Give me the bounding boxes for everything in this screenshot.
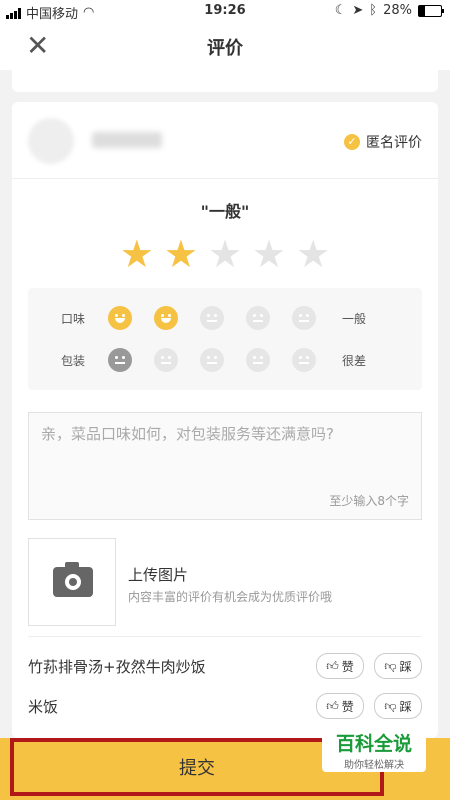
bluetooth-icon: ᛒ — [369, 3, 378, 18]
neutral-face-icon[interactable] — [246, 348, 270, 372]
star-rating: ★ ★ ★ ★ ★ — [12, 234, 438, 274]
like-button[interactable]: 👍︎ 赞 — [316, 653, 364, 679]
star-icon[interactable]: ★ — [164, 234, 198, 274]
watermark-logo: 百科全说 助你轻松解决 — [322, 726, 426, 772]
review-card: ✓ 匿名评价 "一般" ★ ★ ★ ★ ★ 口味 一般 包装 很差 亲，菜品口味… — [12, 102, 438, 738]
checkmark-icon: ✓ — [344, 134, 360, 150]
star-icon[interactable]: ★ — [120, 234, 154, 274]
neutral-face-icon[interactable] — [246, 306, 270, 330]
battery-icon — [418, 4, 444, 17]
list-item: 竹荪排骨汤+孜然牛肉炒饭 👍︎ 赞 👎︎ 踩 — [28, 648, 422, 684]
location-icon: ➤ — [352, 3, 364, 18]
previous-card-edge — [12, 70, 438, 92]
dislike-button[interactable]: 👎︎ 踩 — [374, 653, 422, 679]
happy-face-icon[interactable] — [154, 306, 178, 330]
status-bar: 中国移动 ◠ 19:26 ☾ ➤ ᛒ 28% — [0, 0, 450, 22]
list-item: 米饭 👍︎ 赞 👎︎ 踩 — [28, 688, 422, 724]
battery-percent: 28% — [383, 3, 412, 18]
neutral-face-icon[interactable] — [200, 348, 224, 372]
avatar — [28, 118, 74, 164]
rating-word: "一般" — [200, 202, 250, 221]
dish-name: 竹荪排骨汤+孜然牛肉炒饭 — [28, 657, 206, 676]
dislike-button[interactable]: 👎︎ 踩 — [374, 693, 422, 719]
status-right: ☾ ➤ ᛒ 28% — [334, 3, 444, 18]
moon-icon: ☾ — [334, 3, 347, 18]
happy-face-icon[interactable] — [108, 306, 132, 330]
nav-bar: ✕ 评价 — [0, 22, 450, 70]
neutral-face-icon[interactable] — [154, 348, 178, 372]
watermark-title: 百科全说 — [335, 733, 412, 755]
taste-label: 口味 — [60, 311, 85, 326]
photo-upload-button[interactable] — [28, 538, 116, 626]
anonymous-toggle[interactable]: ✓ 匿名评价 — [344, 132, 422, 152]
anonymous-label: 匿名评价 — [366, 135, 422, 151]
thumbs-down-icon: 👎︎ — [384, 698, 397, 713]
neutral-face-icon[interactable] — [292, 306, 316, 330]
photo-upload: 上传图片 内容丰富的评价有机会成为优质评价哦 — [28, 538, 422, 630]
star-icon[interactable]: ★ — [296, 234, 330, 274]
dish-name: 米饭 — [28, 697, 59, 716]
thumbs-up-icon: 👍︎ — [326, 698, 339, 713]
packaging-rating-row: 包装 很差 — [28, 340, 422, 380]
page-title: 评价 — [207, 38, 243, 59]
camera-icon — [53, 562, 93, 597]
star-icon[interactable]: ★ — [252, 234, 286, 274]
upload-title: 上传图片 — [128, 566, 189, 584]
packaging-value-label: 很差 — [342, 353, 367, 368]
star-icon[interactable]: ★ — [208, 234, 242, 274]
upload-subtitle: 内容丰富的评价有机会成为优质评价哦 — [128, 590, 333, 604]
neutral-face-icon[interactable] — [292, 348, 316, 372]
neutral-face-icon[interactable] — [200, 306, 224, 330]
comment-placeholder: 亲，菜品口味如何，对包装服务等还满意吗? — [41, 425, 334, 443]
thumbs-down-icon: 👎︎ — [384, 658, 397, 673]
user-row: ✓ 匿名评价 — [12, 102, 438, 179]
thumbs-up-icon: 👍︎ — [326, 658, 339, 673]
blurred-username — [92, 132, 162, 148]
sub-ratings: 口味 一般 包装 很差 — [28, 288, 422, 390]
divider — [28, 636, 422, 637]
neutral-face-icon[interactable] — [108, 348, 132, 372]
taste-rating-row: 口味 一般 — [28, 298, 422, 338]
comment-min-length-hint: 至少输入8个字 — [329, 494, 409, 508]
like-button[interactable]: 👍︎ 赞 — [316, 693, 364, 719]
taste-value-label: 一般 — [342, 311, 367, 326]
packaging-label: 包装 — [60, 353, 85, 368]
comment-input[interactable]: 亲，菜品口味如何，对包装服务等还满意吗? 至少输入8个字 — [28, 412, 422, 520]
watermark-subtitle: 助你轻松解决 — [344, 760, 404, 771]
